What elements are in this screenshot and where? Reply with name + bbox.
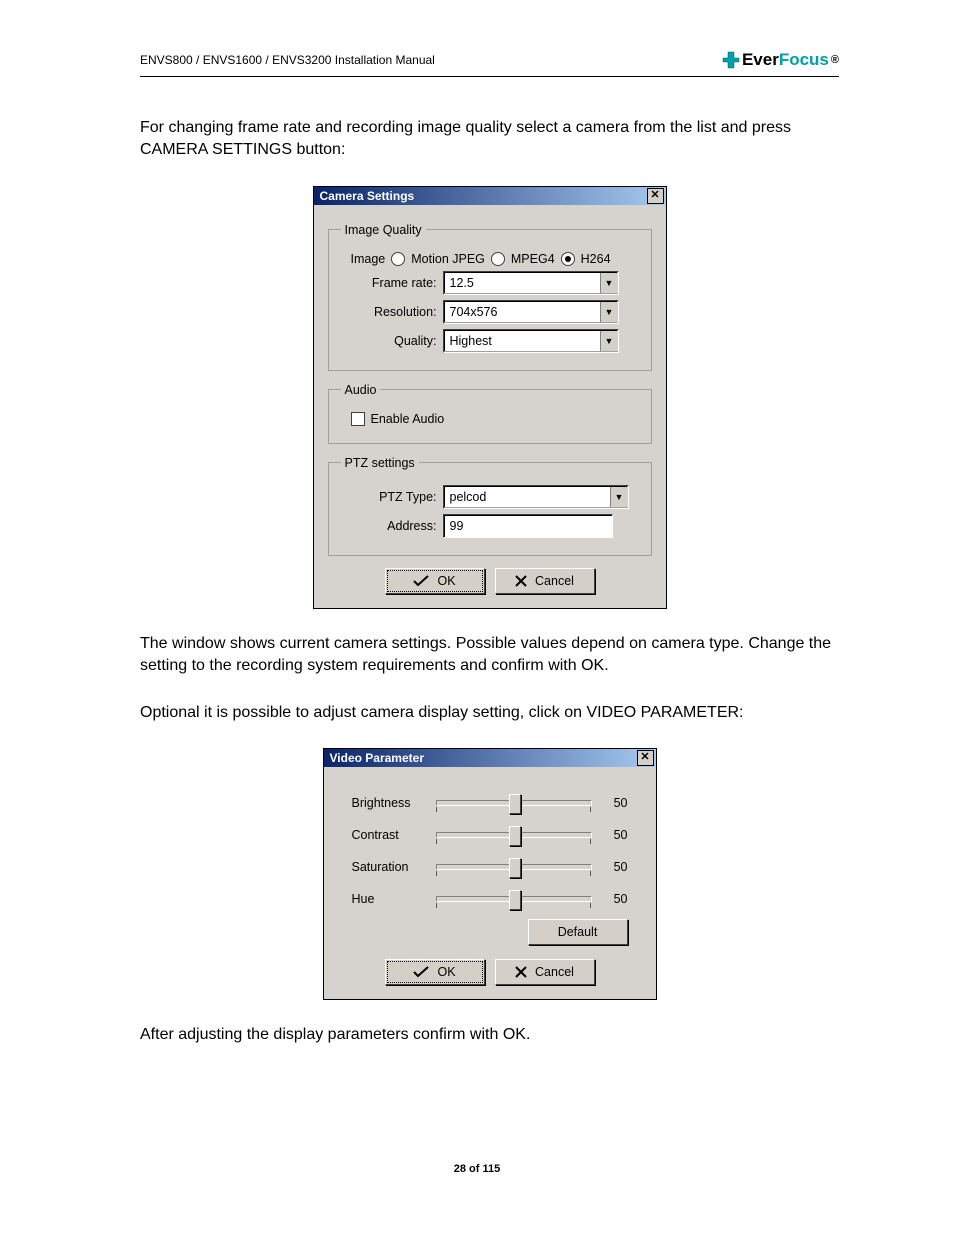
enable-audio-label: Enable Audio <box>371 412 445 426</box>
address-input[interactable]: 99 <box>443 514 613 538</box>
ptz-type-value: pelcod <box>450 490 610 504</box>
framerate-select[interactable]: 12.5 ▼ <box>443 271 619 295</box>
radio-mpeg4[interactable] <box>491 252 505 266</box>
ptz-legend: PTZ settings <box>341 456 419 470</box>
image-label: Image <box>351 252 386 266</box>
radio-h264[interactable] <box>561 252 575 266</box>
hue-slider[interactable] <box>436 887 592 911</box>
ok-button[interactable]: OK <box>385 568 485 594</box>
video-parameter-dialog: Video Parameter ✕ Brightness 50 Contrast <box>323 748 657 1000</box>
chevron-down-icon: ▼ <box>600 273 618 293</box>
framerate-value: 12.5 <box>450 276 600 290</box>
brightness-slider[interactable] <box>436 791 592 815</box>
chevron-down-icon: ▼ <box>610 487 628 507</box>
cancel-button[interactable]: Cancel <box>495 959 595 985</box>
chevron-down-icon: ▼ <box>600 331 618 351</box>
address-label: Address: <box>341 519 437 533</box>
dialog-title: Camera Settings <box>320 189 647 203</box>
close-icon: ✕ <box>640 752 649 763</box>
default-button[interactable]: Default <box>528 919 628 945</box>
radio-mjpeg[interactable] <box>391 252 405 266</box>
default-label: Default <box>558 925 598 939</box>
chevron-down-icon: ▼ <box>600 302 618 322</box>
check-icon <box>413 966 429 978</box>
dialog-title: Video Parameter <box>330 751 637 765</box>
page-number: 28 of 115 <box>0 1163 954 1175</box>
doc-title: ENVS800 / ENVS1600 / ENVS3200 Installati… <box>140 53 435 67</box>
quality-select[interactable]: Highest ▼ <box>443 329 619 353</box>
dialog-titlebar[interactable]: Video Parameter ✕ <box>324 749 656 767</box>
slider-row: Hue 50 <box>352 887 628 911</box>
camera-settings-dialog: Camera Settings ✕ Image Quality Image Mo… <box>313 186 667 609</box>
paragraph-1: For changing frame rate and recording im… <box>140 117 839 162</box>
slider-row: Brightness 50 <box>352 791 628 815</box>
ptz-type-select[interactable]: pelcod ▼ <box>443 485 629 509</box>
brand-reg: ® <box>831 54 839 66</box>
audio-group: Audio Enable Audio <box>328 383 652 444</box>
brightness-value: 50 <box>604 796 628 810</box>
resolution-value: 704x576 <box>450 305 600 319</box>
ptz-group: PTZ settings PTZ Type: pelcod ▼ Address:… <box>328 456 652 556</box>
ptz-type-label: PTZ Type: <box>341 490 437 504</box>
ok-label: OK <box>437 965 455 979</box>
hue-value: 50 <box>604 892 628 906</box>
audio-legend: Audio <box>341 383 381 397</box>
radio-mpeg4-label: MPEG4 <box>511 252 555 266</box>
page-header: ENVS800 / ENVS1600 / ENVS3200 Installati… <box>140 50 839 77</box>
brightness-label: Brightness <box>352 796 424 810</box>
saturation-label: Saturation <box>352 860 424 874</box>
radio-mjpeg-label: Motion JPEG <box>411 252 485 266</box>
contrast-slider[interactable] <box>436 823 592 847</box>
image-quality-legend: Image Quality <box>341 223 426 237</box>
quality-label: Quality: <box>341 334 437 348</box>
contrast-label: Contrast <box>352 828 424 842</box>
slider-row: Saturation 50 <box>352 855 628 879</box>
dialog-titlebar[interactable]: Camera Settings ✕ <box>314 187 666 205</box>
cancel-label: Cancel <box>535 965 574 979</box>
ok-label: OK <box>437 574 455 588</box>
paragraph-2: The window shows current camera settings… <box>140 633 839 678</box>
image-quality-group: Image Quality Image Motion JPEG MPEG4 H2… <box>328 223 652 371</box>
brand-logo: EverFocus® <box>722 50 839 70</box>
close-button[interactable]: ✕ <box>637 750 654 766</box>
brand-prefix: Ever <box>742 50 779 70</box>
close-icon: ✕ <box>650 190 659 201</box>
resolution-select[interactable]: 704x576 ▼ <box>443 300 619 324</box>
x-icon <box>515 575 527 587</box>
saturation-slider[interactable] <box>436 855 592 879</box>
address-value: 99 <box>450 519 464 533</box>
quality-value: Highest <box>450 334 600 348</box>
contrast-value: 50 <box>604 828 628 842</box>
hue-label: Hue <box>352 892 424 906</box>
brand-suffix: Focus <box>779 50 829 70</box>
cancel-button[interactable]: Cancel <box>495 568 595 594</box>
saturation-value: 50 <box>604 860 628 874</box>
close-button[interactable]: ✕ <box>647 188 664 204</box>
cancel-label: Cancel <box>535 574 574 588</box>
check-icon <box>413 575 429 587</box>
paragraph-3: Optional it is possible to adjust camera… <box>140 702 839 724</box>
ok-button[interactable]: OK <box>385 959 485 985</box>
x-icon <box>515 966 527 978</box>
slider-row: Contrast 50 <box>352 823 628 847</box>
radio-h264-label: H264 <box>581 252 611 266</box>
paragraph-4: After adjusting the display parameters c… <box>140 1024 839 1046</box>
brand-mark-icon <box>722 51 740 69</box>
resolution-label: Resolution: <box>341 305 437 319</box>
framerate-label: Frame rate: <box>341 276 437 290</box>
enable-audio-checkbox[interactable] <box>351 412 365 426</box>
